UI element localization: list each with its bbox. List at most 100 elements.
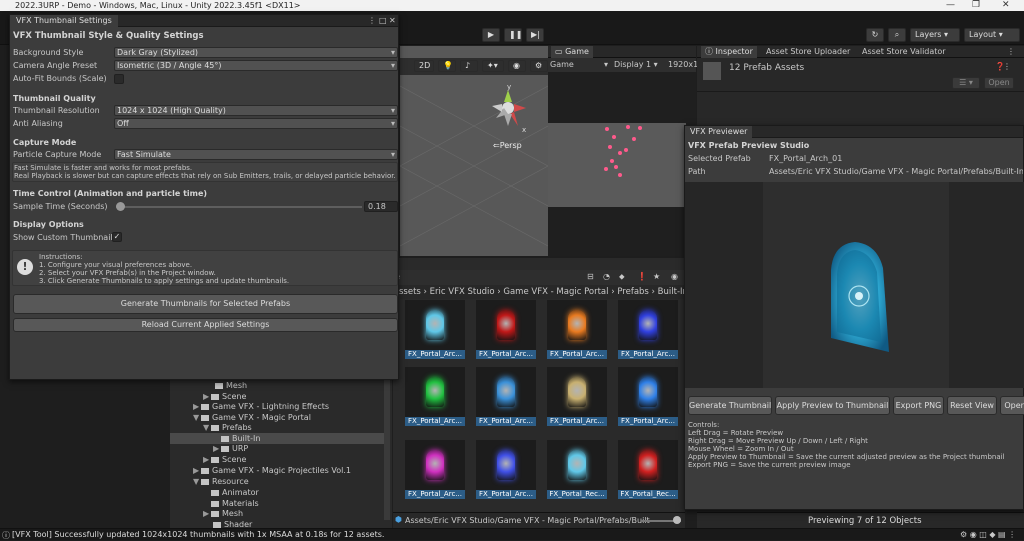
tree-item-magic-portal[interactable]: ▼ Game VFX - Magic Portal xyxy=(193,413,311,422)
capture-mode-dropdown[interactable]: Fast Simulate xyxy=(114,149,398,160)
reload-settings-button[interactable]: Reload Current Applied Settings xyxy=(13,318,398,332)
tree-item-resource[interactable]: ▼ Resource xyxy=(193,477,249,486)
thumbnail-label: FX_Portal_Arc... xyxy=(476,490,536,499)
status-icons[interactable]: ⚙ ◉ ◫ ◆ ▤ ⋮ xyxy=(960,530,1016,539)
tab-game[interactable]: ▭ Game xyxy=(551,46,593,58)
crumb-0[interactable]: ssets xyxy=(399,287,421,297)
sample-time-slider[interactable] xyxy=(116,206,362,208)
generate-thumbnail-button[interactable]: Generate Thumbnail xyxy=(688,396,772,415)
thumbnail-label: FX_Portal_Arc... xyxy=(405,350,465,359)
tab-asset-store-validator[interactable]: Asset Store Validator xyxy=(862,46,946,58)
apply-preview-button[interactable]: Apply Preview to Thumbnail xyxy=(775,396,890,415)
effects-icon[interactable]: ✦▾ xyxy=(482,60,504,72)
tree-item-scene-2[interactable]: ▶ Scene xyxy=(203,455,246,464)
scene-view[interactable]: y x ⇐Persp xyxy=(400,46,548,256)
status-text[interactable]: [VFX Tool] Successfully updated 1024x102… xyxy=(12,530,384,539)
tree-item-prefabs[interactable]: ▼ Prefabs xyxy=(203,423,252,432)
persp-label[interactable]: ⇐Persp xyxy=(493,141,522,150)
gizmos-icon[interactable]: ⚙ xyxy=(530,60,548,72)
background-style-dropdown[interactable]: Dark Gray (Stylized) xyxy=(114,47,398,58)
warning-icon[interactable]: ❗ xyxy=(637,272,647,281)
prefab-thumbnail[interactable]: FX_Portal_Rec... xyxy=(547,440,607,500)
crumb-1[interactable]: Eric VFX Studio xyxy=(430,287,495,297)
instruction-1: 1. Configure your visual preferences abo… xyxy=(39,261,193,269)
search-icon[interactable]: ⌕ xyxy=(888,28,906,42)
close-icon[interactable]: ✕ xyxy=(389,15,396,27)
tree-item-urp[interactable]: ▶ URP xyxy=(213,444,248,453)
close-icon[interactable]: ✕ xyxy=(1002,0,1010,11)
tab-inspector[interactable]: ⓘ Inspector xyxy=(701,46,757,58)
prefab-thumbnail[interactable]: FX_Portal_Arc... xyxy=(547,300,607,360)
show-custom-label: Show Custom Thumbnails xyxy=(13,233,117,242)
preset-dropdown[interactable]: ☰ ▾ xyxy=(952,77,980,89)
prefab-thumbnail[interactable]: FX_Portal_Arc... xyxy=(405,440,465,500)
label-filter-icon[interactable]: ⬥ xyxy=(619,272,625,282)
crumb-3[interactable]: Prefabs xyxy=(617,287,649,297)
reset-view-button[interactable]: Reset View xyxy=(947,396,997,415)
layers-dropdown[interactable]: Layers ▾ xyxy=(910,28,960,42)
zoom-slider-handle[interactable] xyxy=(673,516,681,524)
pause-button[interactable]: ❚❚ xyxy=(504,28,522,42)
lighting-icon[interactable]: 💡 xyxy=(438,60,456,72)
sample-time-slider-handle[interactable] xyxy=(116,202,125,211)
settings-icon[interactable]: ⋮ xyxy=(1003,62,1011,71)
thumbnail-image xyxy=(547,300,607,350)
prefab-thumbnail[interactable]: FX_Portal_Arc... xyxy=(476,300,536,360)
prefab-thumbnail[interactable]: FX_Portal_Rec... xyxy=(618,440,678,500)
more-options-icon[interactable]: ⋮ xyxy=(1007,46,1015,58)
more-options-icon[interactable]: ⋮ xyxy=(368,15,376,27)
layout-dropdown[interactable]: Layout ▾ xyxy=(964,28,1020,42)
tab-vfx-previewer[interactable]: VFX Previewer xyxy=(685,126,753,138)
tree-item-magic-projectiles[interactable]: ▶ Game VFX - Magic Projectiles Vol.1 xyxy=(193,466,351,475)
anti-aliasing-dropdown[interactable]: Off xyxy=(114,118,398,129)
portal-icon xyxy=(497,310,515,340)
tree-item-scene[interactable]: ▶ Scene xyxy=(203,392,246,401)
minimize-icon[interactable]: — xyxy=(946,0,955,11)
crumb-2[interactable]: Game VFX - Magic Portal xyxy=(503,287,608,297)
step-button[interactable]: ▶| xyxy=(526,28,544,42)
display-dropdown[interactable]: Display 1 ▾ xyxy=(614,60,664,69)
prefab-thumbnail[interactable]: FX_Portal_Arc... xyxy=(405,367,465,427)
tree-item-animator[interactable]: Animator xyxy=(211,488,259,497)
preview-viewport[interactable] xyxy=(685,182,1024,388)
tree-item-mesh-2[interactable]: ▶ Mesh xyxy=(203,509,243,518)
thumbnail-label: FX_Portal_Arc... xyxy=(476,350,536,359)
filter-icon[interactable]: ⊟ xyxy=(587,272,594,281)
export-png-button[interactable]: Export PNG xyxy=(893,396,944,415)
tab-vfx-thumbnail-settings[interactable]: VFX Thumbnail Settings xyxy=(10,15,118,27)
favorite-icon[interactable]: ★ xyxy=(653,272,660,281)
tree-item-built-in[interactable]: Built-In xyxy=(221,434,260,443)
open-button[interactable]: Open xyxy=(1000,396,1024,415)
tree-scrollbar[interactable] xyxy=(384,380,390,520)
anti-aliasing-label: Anti Aliasing xyxy=(13,119,63,128)
prefab-thumbnail[interactable]: FX_Portal_Arc... xyxy=(405,300,465,360)
thumbnail-image xyxy=(405,367,465,417)
prefab-thumbnail[interactable]: FX_Portal_Arc... xyxy=(476,367,536,427)
show-custom-checkbox[interactable]: ✓ xyxy=(112,232,122,242)
visibility-icon[interactable]: ◉ xyxy=(508,60,526,72)
tree-item-materials[interactable]: Materials xyxy=(211,499,259,508)
visibility-toggle-icon[interactable]: ◉ xyxy=(671,272,678,281)
maximize-icon[interactable]: □ xyxy=(379,15,387,27)
prefab-thumbnail[interactable]: FX_Portal_Arc... xyxy=(618,300,678,360)
play-button[interactable]: ▶ xyxy=(482,28,500,42)
camera-angle-dropdown[interactable]: Isometric (3D / Angle 45°) xyxy=(114,60,398,71)
type-filter-icon[interactable]: ◔ xyxy=(603,272,610,281)
tree-item-lightning[interactable]: ▶ Game VFX - Lightning Effects xyxy=(193,402,329,411)
2d-toggle[interactable]: 2D xyxy=(414,60,434,72)
sample-time-field[interactable]: 0.18 xyxy=(364,201,398,212)
game-mode-dropdown[interactable]: Game ▾ xyxy=(550,60,608,69)
resolution-dropdown[interactable]: 1024 x 1024 (High Quality) xyxy=(114,105,398,116)
resolution-dropdown[interactable]: 1920x1 xyxy=(668,60,698,69)
auto-fit-checkbox[interactable] xyxy=(114,74,124,84)
maximize-icon[interactable]: ❐ xyxy=(972,0,980,11)
prefab-thumbnail[interactable]: FX_Portal_Arc... xyxy=(618,367,678,427)
audio-icon[interactable]: ♪ xyxy=(460,60,478,72)
tree-item-mesh[interactable]: Mesh xyxy=(215,381,247,390)
history-icon[interactable]: ↻ xyxy=(866,28,884,42)
prefab-thumbnail[interactable]: FX_Portal_Arc... xyxy=(476,440,536,500)
prefab-thumbnail[interactable]: FX_Portal_Arc... xyxy=(547,367,607,427)
tab-asset-store-uploader[interactable]: Asset Store Uploader xyxy=(766,46,850,58)
generate-thumbnails-button[interactable]: Generate Thumbnails for Selected Prefabs xyxy=(13,294,398,314)
open-button[interactable]: Open xyxy=(984,77,1014,89)
